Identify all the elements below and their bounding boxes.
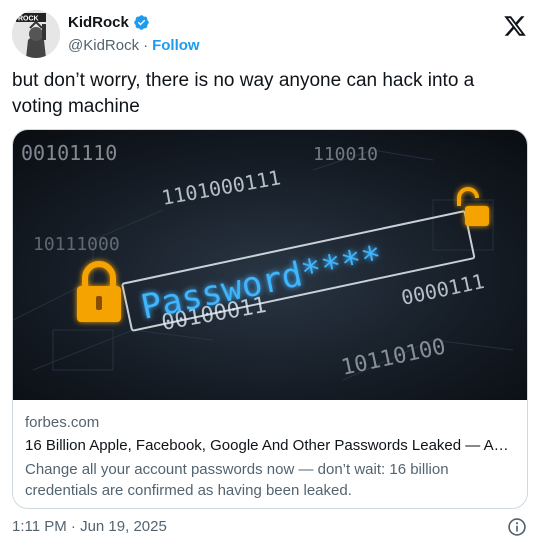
tweet-footer: 1:11 PM · Jun 19, 2025 (12, 517, 529, 539)
card-title[interactable]: 16 Billion Apple, Facebook, Google And O… (25, 436, 515, 456)
info-icon[interactable] (507, 517, 527, 537)
digits-3: 110010 (313, 144, 378, 165)
digits-7: 10111000 (33, 234, 120, 255)
x-logo-icon[interactable] (503, 14, 527, 38)
verified-badge-icon (134, 15, 149, 30)
handle-row: @KidRock · Follow (68, 37, 200, 54)
card-domain: forbes.com (25, 414, 100, 431)
display-name[interactable]: KidRock (68, 14, 129, 31)
card-description: Change all your account passwords now — … (25, 461, 449, 499)
timestamp[interactable]: 1:11 PM · Jun 19, 2025 (12, 518, 167, 535)
tweet-text: but don’t worry, there is no way anyone … (12, 70, 475, 117)
author-names: KidRock @KidRock · Follow (68, 14, 200, 54)
card-image[interactable]: 00101110 1101000111 110010 00100011 0000… (13, 130, 527, 400)
tweet-header: ROCK KidRock @KidRock · Follow (12, 8, 529, 60)
card-meta: forbes.com 16 Billion Apple, Facebook, G… (25, 413, 515, 501)
link-card[interactable]: 00101110 1101000111 110010 00100011 0000… (12, 129, 528, 509)
avatar-image: ROCK (12, 10, 60, 58)
display-name-row: KidRock (68, 14, 200, 31)
handle-separator: · (143, 37, 149, 54)
avatar[interactable]: ROCK (12, 10, 60, 58)
handle[interactable]: @KidRock (68, 37, 139, 54)
follow-button[interactable]: Follow (152, 37, 200, 54)
digits-1: 00101110 (21, 141, 117, 165)
